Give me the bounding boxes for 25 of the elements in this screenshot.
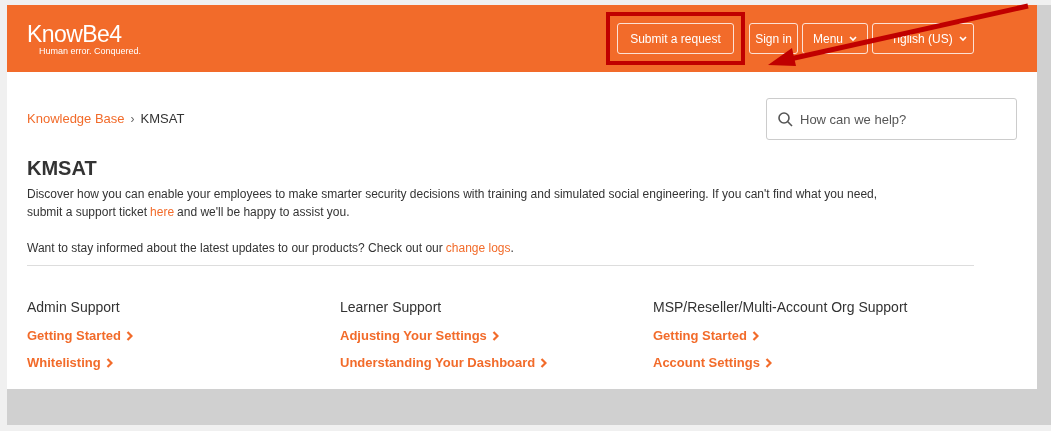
breadcrumb-link[interactable]: Knowledge Base bbox=[27, 109, 125, 129]
tagline: Human error. Conquered. bbox=[38, 45, 142, 56]
text-link[interactable]: change logs bbox=[445, 239, 511, 257]
category-link[interactable]: Getting Started bbox=[653, 327, 759, 345]
text-link[interactable]: here bbox=[150, 203, 175, 221]
category-link[interactable]: Understanding Your Dashboard bbox=[340, 354, 548, 372]
description-text: Discover how you can enable your employees to make smarter security decisions with training and simulated social engineering. If you can't find what you need, bbox=[27, 186, 878, 203]
search-field[interactable]: How can we help? bbox=[766, 98, 1017, 140]
category-link[interactable]: Account Settings bbox=[653, 354, 772, 372]
category-link[interactable]: Whitelisting bbox=[27, 354, 113, 372]
description-text: Want to stay informed about the latest updates to our products? Check out our bbox=[27, 240, 443, 257]
section-heading: MSP/Reseller/Multi-Account Org Support bbox=[653, 298, 909, 316]
section-heading: Admin Support bbox=[27, 298, 121, 316]
dropdown-button[interactable]: Menu bbox=[802, 23, 868, 54]
description-text: submit a support ticket bbox=[27, 204, 148, 221]
category-link[interactable]: Getting Started bbox=[27, 327, 133, 345]
page-title: KMSAT bbox=[27, 156, 98, 180]
breadcrumb-separator: › bbox=[130, 111, 135, 128]
description-text: . bbox=[510, 240, 514, 257]
logo[interactable]: KnowBe4 bbox=[27, 21, 142, 46]
category-link[interactable]: Adjusting Your Settings bbox=[340, 327, 499, 345]
description-text: and we'll be happy to assist you. bbox=[177, 204, 350, 221]
submit-request-button[interactable]: Submit a request bbox=[617, 23, 734, 54]
section-heading: Learner Support bbox=[340, 298, 443, 316]
breadcrumb-current: KMSAT bbox=[140, 110, 185, 129]
